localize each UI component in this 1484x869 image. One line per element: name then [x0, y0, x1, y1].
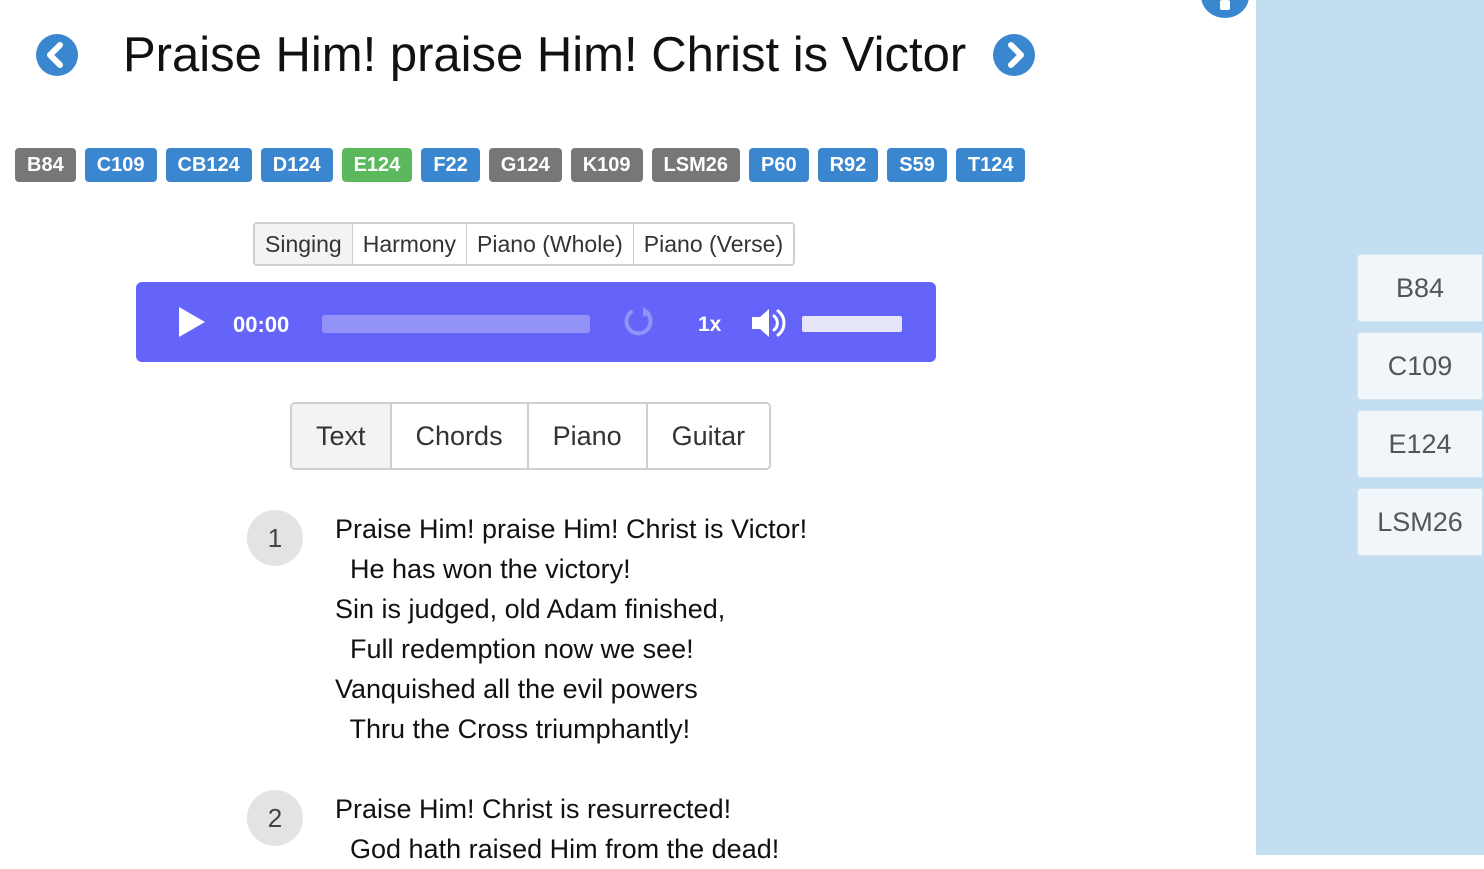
tab-piano[interactable]: Piano: [528, 404, 648, 468]
volume-icon[interactable]: [750, 304, 790, 342]
user-icon[interactable]: [1201, 0, 1249, 18]
badge-t124[interactable]: T124: [955, 148, 1026, 182]
badge-cb124[interactable]: CB124: [165, 148, 252, 182]
badge-e124[interactable]: E124: [341, 148, 413, 182]
badge-f22[interactable]: F22: [421, 148, 480, 182]
main-content: Praise Him! praise Him! Christ is Victor…: [0, 0, 1256, 864]
verse-line: Praise Him! praise Him! Christ is Victor…: [335, 514, 808, 544]
sidebar-item-c109[interactable]: C109: [1357, 332, 1482, 400]
verse-line: God hath raised Him from the dead!: [335, 834, 780, 864]
tab-chords[interactable]: Chords: [391, 404, 529, 468]
badge-lsm26[interactable]: LSM26: [651, 148, 740, 182]
verse-line: Sin is judged, old Adam finished,: [335, 594, 726, 624]
verse-lines: Praise Him! Christ is resurrected! God h…: [335, 789, 779, 869]
badge-p60[interactable]: P60: [749, 148, 809, 182]
sidebar-item-b84[interactable]: B84: [1357, 254, 1482, 322]
verse-line: Full redemption now we see!: [335, 634, 694, 664]
time-display: 00:00: [233, 312, 290, 337]
hymnal-badges: B84 C109 CB124 D124 E124 F22 G124 K109 L…: [15, 148, 1026, 182]
verse-line: He has won the victory!: [335, 554, 631, 584]
tab-guitar[interactable]: Guitar: [647, 404, 770, 468]
tab-singing[interactable]: Singing: [255, 224, 353, 264]
play-icon[interactable]: [177, 306, 207, 338]
badge-g124[interactable]: G124: [488, 148, 562, 182]
badge-d124[interactable]: D124: [260, 148, 333, 182]
badge-c109[interactable]: C109: [84, 148, 157, 182]
verse-number: 2: [247, 790, 303, 846]
chevron-right-icon: [1008, 42, 1024, 68]
previous-hymn-button[interactable]: [36, 34, 78, 76]
page-title: Praise Him! praise Him! Christ is Victor: [123, 28, 967, 82]
chevron-left-icon: [47, 42, 63, 68]
tab-text[interactable]: Text: [292, 404, 392, 468]
next-hymn-button[interactable]: [993, 34, 1035, 76]
tab-piano-whole[interactable]: Piano (Whole): [467, 224, 634, 264]
badge-r92[interactable]: R92: [817, 148, 879, 182]
sidebar-hymn-list: B84 C109 E124 LSM26: [1357, 254, 1482, 566]
audio-mode-tabs: Singing Harmony Piano (Whole) Piano (Ver…: [253, 222, 796, 266]
verse-lines: Praise Him! praise Him! Christ is Victor…: [335, 509, 807, 749]
progress-bar[interactable]: [322, 315, 590, 333]
badge-s59[interactable]: S59: [887, 148, 947, 182]
sidebar-item-e124[interactable]: E124: [1357, 410, 1482, 478]
rewind-icon[interactable]: [620, 304, 656, 340]
verse-line: Praise Him! Christ is resurrected!: [335, 794, 732, 824]
badge-b84[interactable]: B84: [15, 148, 76, 182]
sidebar-item-lsm26[interactable]: LSM26: [1357, 488, 1482, 556]
view-mode-tabs: Text Chords Piano Guitar: [290, 402, 772, 470]
tab-piano-verse[interactable]: Piano (Verse): [633, 224, 794, 264]
tab-harmony[interactable]: Harmony: [352, 224, 468, 264]
playback-speed[interactable]: 1x: [698, 313, 721, 337]
volume-slider[interactable]: [802, 316, 902, 332]
verse-number: 1: [247, 510, 303, 566]
badge-k109[interactable]: K109: [570, 148, 643, 182]
audio-player: 00:00 1x: [136, 282, 936, 362]
verse-line: Thru the Cross triumphantly!: [335, 714, 691, 744]
verse-line: Vanquished all the evil powers: [335, 674, 698, 704]
